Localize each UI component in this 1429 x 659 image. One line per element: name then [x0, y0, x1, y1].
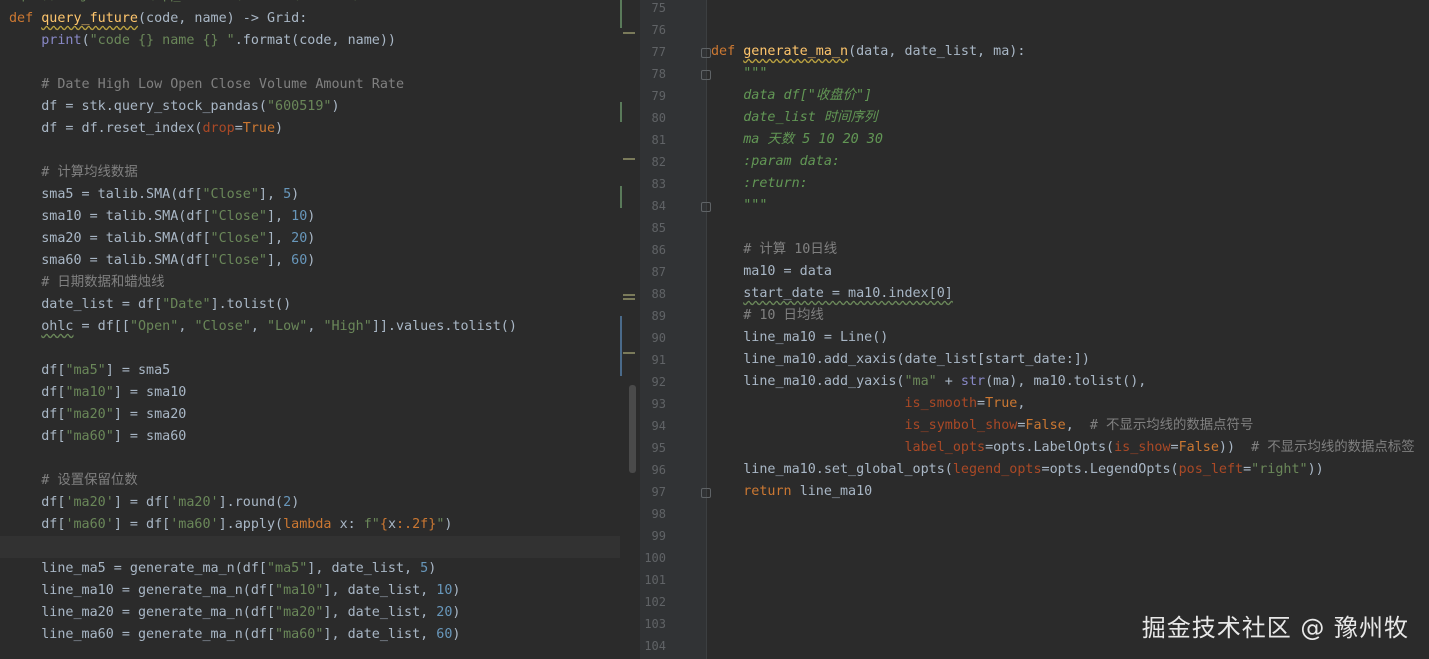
current-code-line[interactable] — [0, 536, 640, 558]
code-line[interactable]: return line_ma10 — [640, 481, 1429, 503]
code-line[interactable]: line_ma10.add_xaxis(date_list[start_date… — [640, 349, 1429, 371]
code-line[interactable]: :return: — [640, 173, 1429, 195]
code-line[interactable]: ohlc = df[["Open", "Close", "Low", "High… — [0, 316, 640, 338]
fold-toggle-icon[interactable] — [701, 488, 711, 498]
line-number: 99 — [651, 529, 666, 543]
code-line[interactable]: is_symbol_show=False, # 不显示均线的数据点符号 — [640, 415, 1429, 437]
code-line[interactable]: :param data: — [640, 151, 1429, 173]
code-line[interactable]: line_ma5 = generate_ma_n(df["ma5"], date… — [0, 558, 640, 580]
code-line[interactable]: # 设置保留位数 — [0, 470, 640, 492]
code-line[interactable]: # 10 日均线 — [640, 305, 1429, 327]
code-line[interactable]: ma10 = data — [640, 261, 1429, 283]
right-editor-pane[interactable]: 75 76 77 78 79 80 81 82 83 84 85 86 87 88 89 90 91 92 93 94… — [640, 0, 1429, 659]
vcs-change-marker — [620, 102, 622, 122]
left-editor-pane[interactable]: https://blog.csdn.net/qq_35456045/articl… — [0, 0, 640, 659]
code-line[interactable]: label_opts=opts.LabelOpts(is_show=False)… — [640, 437, 1429, 459]
vcs-change-marker — [620, 0, 622, 28]
line-number: 100 — [644, 551, 666, 565]
code-line[interactable]: line_ma10 = generate_ma_n(df["ma10"], da… — [0, 580, 640, 602]
code-line[interactable]: sma10 = talib.SMA(df["Close"], 10) — [0, 206, 640, 228]
code-line[interactable]: """ — [640, 63, 1429, 85]
code-line[interactable]: is_smooth=True, — [640, 393, 1429, 415]
line-number: 85 — [651, 221, 666, 235]
fold-toggle-icon[interactable] — [701, 70, 711, 80]
line-number: 101 — [644, 573, 666, 587]
code-line[interactable]: # 日期数据和蜡烛线 — [0, 272, 640, 294]
code-line[interactable]: df['ma60'] = df['ma60'].apply(lambda x: … — [0, 514, 640, 536]
code-line[interactable]: sma20 = talib.SMA(df["Close"], 20) — [0, 228, 640, 250]
line-number: 98 — [651, 507, 666, 521]
code-line[interactable]: line_ma60 = generate_ma_n(df["ma60"], da… — [0, 624, 640, 646]
code-line[interactable]: date_list = df["Date"].tolist() — [0, 294, 640, 316]
code-line[interactable]: # 计算 10日线 — [640, 239, 1429, 261]
error-stripe[interactable] — [620, 0, 640, 659]
code-line[interactable]: line_ma10.add_yaxis("ma" + str(ma), ma10… — [640, 371, 1429, 393]
code-line[interactable]: df["ma60"] = sma60 — [0, 426, 640, 448]
fold-toggle-icon[interactable] — [701, 202, 711, 212]
code-line[interactable]: # 计算均线数据 — [0, 162, 640, 184]
code-line[interactable]: date_list 时间序列 — [640, 107, 1429, 129]
code-line[interactable]: data df["收盘价"] — [640, 85, 1429, 107]
code-line[interactable]: line_ma20 = generate_ma_n(df["ma20"], da… — [0, 602, 640, 624]
fold-toggle-icon[interactable] — [701, 48, 711, 58]
code-line[interactable]: df["ma20"] = sma20 — [0, 404, 640, 426]
code-line[interactable]: def query_future(code, name) -> Grid: — [0, 8, 640, 30]
code-line[interactable]: df['ma20'] = df['ma20'].round(2) — [0, 492, 640, 514]
code-line[interactable]: """ — [640, 195, 1429, 217]
vcs-change-marker — [620, 316, 622, 376]
code-line[interactable]: start_date = ma10.index[0] — [640, 283, 1429, 305]
code-line[interactable]: line_ma10.set_global_opts(legend_opts=op… — [640, 459, 1429, 481]
code-line[interactable]: df = stk.query_stock_pandas("600519") — [0, 96, 640, 118]
vertical-scrollbar[interactable] — [629, 385, 636, 473]
top-cut-comment: https://blog.csdn.net/qq_35456045/articl… — [0, 0, 405, 4]
code-line[interactable]: df["ma5"] = sma5 — [0, 360, 640, 382]
code-line[interactable]: sma5 = talib.SMA(df["Close"], 5) — [0, 184, 640, 206]
code-line[interactable]: # Date High Low Open Close Volume Amount… — [0, 74, 640, 96]
code-line[interactable]: print("code {} name {} ".format(code, na… — [0, 30, 640, 52]
line-number: 76 — [651, 23, 666, 37]
code-line[interactable]: def generate_ma_n(data, date_list, ma): — [640, 41, 1429, 63]
code-line[interactable]: sma60 = talib.SMA(df["Close"], 60) — [0, 250, 640, 272]
line-number: 75 — [651, 1, 666, 15]
code-line[interactable]: df["ma10"] = sma10 — [0, 382, 640, 404]
code-line[interactable]: df = df.reset_index(drop=True) — [0, 118, 640, 140]
code-line[interactable]: ma 天数 5 10 20 30 — [640, 129, 1429, 151]
watermark: 掘金技术社区 @ 豫州牧 — [1141, 614, 1409, 642]
vcs-change-marker — [620, 186, 622, 208]
code-line[interactable]: line_ma10 = Line() — [640, 327, 1429, 349]
